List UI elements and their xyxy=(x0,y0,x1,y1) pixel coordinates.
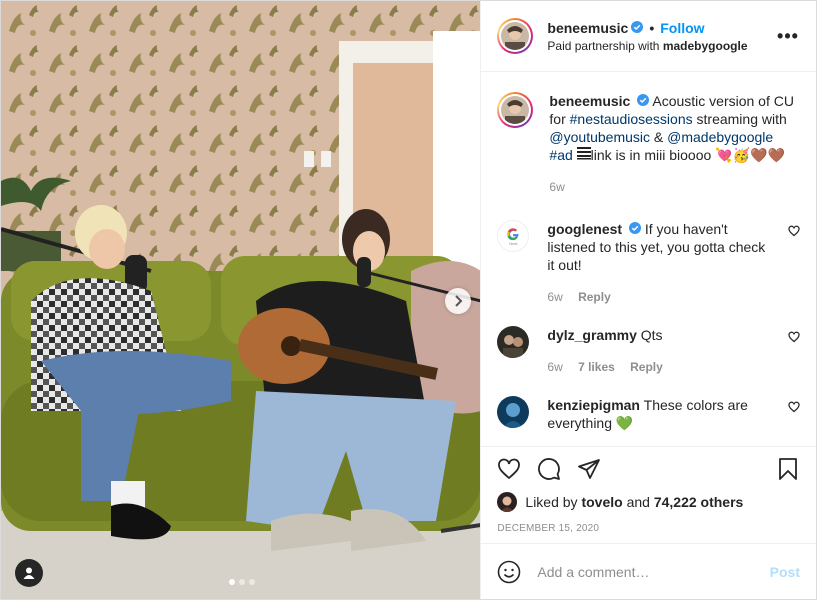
carousel-dot xyxy=(239,579,245,585)
verified-badge-icon xyxy=(628,220,641,238)
commenter-avatar[interactable]: Nest xyxy=(497,220,530,252)
verified-badge-icon xyxy=(631,20,644,36)
caption-text: streaming with xyxy=(696,111,787,127)
save-bookmark-icon[interactable] xyxy=(776,457,800,481)
author-avatar[interactable] xyxy=(497,18,534,54)
comment-item: kenziepigman These colors are everything… xyxy=(497,396,800,432)
mention-link[interactable]: @youtubemusic xyxy=(549,129,650,145)
comment-time: 6w xyxy=(547,360,563,374)
comment-username[interactable]: dylz_grammy xyxy=(547,327,636,343)
comment-bubble-icon[interactable] xyxy=(537,457,561,481)
post-actions: Liked by tovelo and 74,222 others DECEMB… xyxy=(481,446,816,543)
chevron-right-icon xyxy=(455,295,463,307)
reply-button[interactable]: Reply xyxy=(578,290,611,304)
hashtag-link[interactable]: #nestaudiosessions xyxy=(570,111,693,127)
carousel-dot xyxy=(249,579,255,585)
liked-by-label: Liked by xyxy=(525,494,578,510)
partnership-label: Paid partnership with xyxy=(547,38,660,53)
carousel-dot-active xyxy=(229,579,235,585)
like-comment-heart-icon[interactable] xyxy=(788,224,800,242)
likes-and: and xyxy=(626,494,650,510)
caption-author-avatar[interactable] xyxy=(497,92,534,128)
commenter-avatar[interactable] xyxy=(497,396,530,428)
caption: beneemusic Acoustic version of CU for #n… xyxy=(497,72,800,196)
post-photo[interactable] xyxy=(1,1,481,599)
commenter-avatar[interactable] xyxy=(497,326,530,358)
caption-time: 6w xyxy=(549,180,565,194)
next-photo-button[interactable] xyxy=(445,288,471,314)
mention-link[interactable]: @madebygoogle xyxy=(667,129,773,145)
more-options-icon[interactable]: ••• xyxy=(776,26,800,47)
caption-username[interactable]: beneemusic xyxy=(549,93,630,109)
tagged-users-button[interactable] xyxy=(15,559,43,587)
caption-text: link is in miii bioooo 💘🥳🤎🤎 xyxy=(590,147,785,163)
carousel-indicator xyxy=(229,579,255,585)
caption-text: & xyxy=(653,129,664,145)
author-username[interactable]: beneemusic xyxy=(547,20,628,36)
commenter-avatar-label: Nest xyxy=(509,240,518,246)
comment-likes[interactable]: 7 likes xyxy=(578,360,615,374)
comments-list: beneemusic Acoustic version of CU for #n… xyxy=(481,72,816,446)
likes-count[interactable]: 74,222 others xyxy=(654,494,744,510)
post-date: DECEMBER 15, 2020 xyxy=(497,523,600,534)
like-comment-heart-icon[interactable] xyxy=(788,330,800,348)
comment-input[interactable] xyxy=(535,562,770,581)
verified-badge-icon xyxy=(637,92,650,110)
google-logo-icon xyxy=(507,227,520,240)
photo-scene xyxy=(1,1,481,599)
liker-avatar[interactable] xyxy=(497,492,518,512)
share-paper-plane-icon[interactable] xyxy=(577,457,601,481)
follow-button[interactable]: Follow xyxy=(660,20,704,36)
liker-username[interactable]: tovelo xyxy=(581,494,622,510)
like-comment-heart-icon[interactable] xyxy=(788,400,800,418)
comment-time: 6w xyxy=(547,290,563,304)
add-comment-bar: Post xyxy=(481,543,816,599)
comment-text: Qts xyxy=(640,327,663,343)
partner-link[interactable]: madebygoogle xyxy=(663,39,748,53)
comment-username[interactable]: googlenest xyxy=(547,221,622,237)
instagram-post: beneemusic • Follow Paid partnership wit… xyxy=(0,0,817,600)
header-separator: • xyxy=(649,19,655,36)
post-comment-button[interactable]: Post xyxy=(770,564,800,580)
comment-item: Nest googlenest If you haven't listened … xyxy=(497,220,800,306)
likes-summary: Liked by tovelo and 74,222 others xyxy=(497,491,800,513)
user-icon xyxy=(23,567,35,579)
post-header: beneemusic • Follow Paid partnership wit… xyxy=(481,1,816,72)
reply-button[interactable]: Reply xyxy=(630,360,663,374)
post-side-panel: beneemusic • Follow Paid partnership wit… xyxy=(480,1,816,599)
comment-item: dylz_grammy Qts 6w 7 likes Reply xyxy=(497,326,800,376)
comment-username[interactable]: kenziepigman xyxy=(547,397,640,413)
hashtag-link[interactable]: #ad xyxy=(549,147,572,163)
like-heart-icon[interactable] xyxy=(497,457,521,481)
barcode-icon xyxy=(576,147,591,163)
emoji-smiley-icon[interactable] xyxy=(497,560,521,584)
